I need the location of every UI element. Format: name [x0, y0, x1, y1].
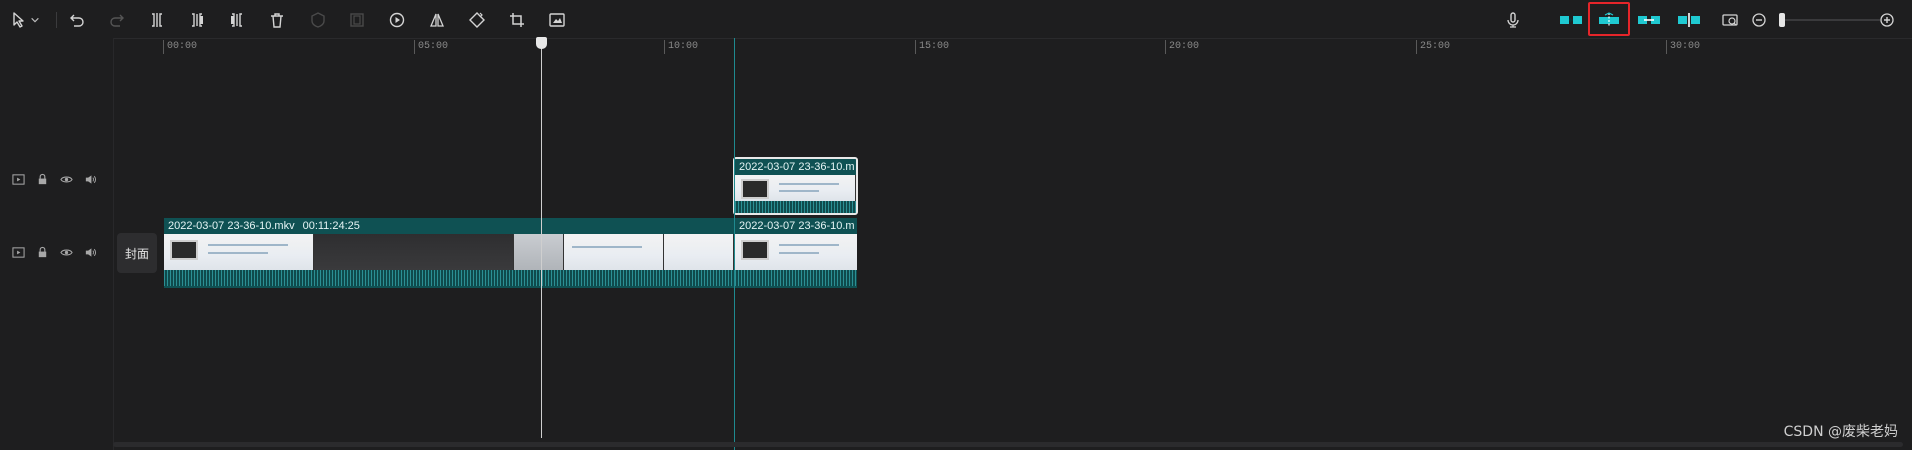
clip-title: 2022-03-07 23-36-10.mkv	[168, 220, 295, 232]
freeze-icon[interactable]	[307, 9, 329, 31]
ruler-label: 25:00	[1420, 41, 1451, 52]
highlight-box	[1588, 2, 1630, 36]
ruler-label: 15:00	[919, 41, 950, 52]
preview-axis-icon[interactable]	[1675, 8, 1703, 32]
upper-track-controls	[10, 171, 98, 187]
link-icon[interactable]	[1635, 8, 1663, 32]
zoom-out-icon[interactable]	[1748, 9, 1770, 31]
audio-waveform	[735, 270, 857, 286]
fit-timeline-icon[interactable]	[1719, 9, 1741, 31]
clip-title: 2022-03-07 23-36-10.m	[735, 159, 856, 175]
eye-icon[interactable]	[58, 244, 74, 260]
rotate-icon[interactable]	[466, 9, 488, 31]
undo-icon[interactable]	[66, 9, 88, 31]
microphone-icon[interactable]	[1502, 9, 1524, 31]
timeline-toolbar	[0, 0, 1912, 39]
ruler-label: 10:00	[668, 41, 699, 52]
play-speed-icon[interactable]	[386, 9, 408, 31]
lock-icon[interactable]	[34, 244, 50, 260]
split-left-icon[interactable]	[186, 9, 208, 31]
playhead[interactable]	[541, 38, 542, 438]
upper-track-clip[interactable]: 2022-03-07 23-36-10.m	[733, 157, 858, 215]
zoom-slider-track[interactable]	[1780, 19, 1880, 21]
mirror-icon[interactable]	[426, 9, 448, 31]
chevron-down-icon[interactable]	[29, 9, 41, 31]
speaker-icon[interactable]	[82, 171, 98, 187]
clip-thumbnails	[735, 175, 856, 201]
clip-title: 2022-03-07 23-36-10.m	[735, 218, 857, 234]
hover-cursor-line	[734, 38, 735, 450]
zoom-in-icon[interactable]	[1876, 9, 1898, 31]
delete-icon[interactable]	[266, 9, 288, 31]
main-track-magnet-icon[interactable]	[1557, 8, 1585, 32]
ruler-label: 05:00	[418, 41, 449, 52]
audio-waveform	[164, 270, 734, 286]
horizontal-scrollbar[interactable]	[113, 442, 1903, 447]
clip-thumbnails	[164, 234, 734, 270]
ruler-label: 00:00	[167, 41, 198, 52]
mask-icon[interactable]	[346, 9, 368, 31]
redo-icon[interactable]	[106, 9, 128, 31]
main-track-clip[interactable]: 2022-03-07 23-36-10.mkv 00:11:24:25	[164, 218, 734, 288]
main-track-clip[interactable]: 2022-03-07 23-36-10.m	[734, 218, 857, 288]
playhead-handle[interactable]	[536, 37, 547, 49]
crop-icon[interactable]	[506, 9, 528, 31]
ruler-label: 30:00	[1670, 41, 1701, 52]
eye-icon[interactable]	[58, 171, 74, 187]
ruler-label: 20:00	[1169, 41, 1200, 52]
main-track-controls	[10, 244, 98, 260]
audio-waveform	[735, 201, 856, 213]
clip-thumbnails	[735, 234, 857, 270]
clip-header: 2022-03-07 23-36-10.mkv 00:11:24:25	[164, 218, 734, 234]
clip-duration: 00:11:24:25	[302, 220, 360, 232]
watermark: CSDN @废柴老妈	[1783, 424, 1898, 440]
select-arrow-icon[interactable]	[8, 9, 30, 31]
cover-button[interactable]: 封面	[117, 233, 157, 273]
split-right-icon[interactable]	[226, 9, 248, 31]
video-track-icon[interactable]	[10, 171, 26, 187]
speaker-icon[interactable]	[82, 244, 98, 260]
time-ruler[interactable]: 00:00 05:00 10:00 15:00 20:00 25:00 30:0…	[163, 38, 1903, 54]
video-track-icon[interactable]	[10, 244, 26, 260]
split-icon[interactable]	[146, 9, 168, 31]
ai-cutout-icon[interactable]	[546, 9, 568, 31]
lock-icon[interactable]	[34, 171, 50, 187]
zoom-slider-handle[interactable]	[1779, 13, 1785, 27]
